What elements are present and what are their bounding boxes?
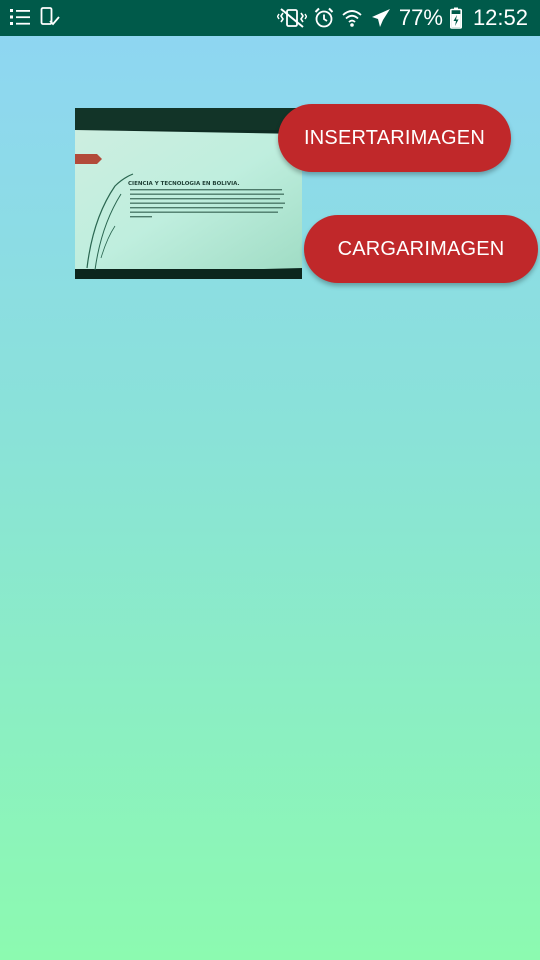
loaded-image-preview: CIENCIA Y TECNOLOGIA EN BOLIVIA.: [75, 108, 302, 279]
app-screen: 77% 12:52 CIENCIA Y TECNOLOGIA EN BOLIVI…: [0, 0, 540, 960]
status-bar-right: 77% 12:52: [276, 0, 528, 36]
insert-image-button[interactable]: INSERTARIMAGEN: [278, 104, 511, 172]
load-image-button[interactable]: CARGARIMAGEN: [304, 215, 538, 283]
battery-charging-icon: [449, 7, 462, 29]
notification-list-icon: [10, 7, 30, 27]
status-bar: 77% 12:52: [0, 0, 540, 36]
status-bar-left: [10, 7, 60, 27]
device-check-icon: [40, 7, 60, 27]
battery-percent: 77%: [398, 5, 443, 30]
vibrate-mute-icon: [276, 7, 307, 29]
clock-time: 12:52: [472, 5, 528, 30]
airplane-mode-icon: [370, 7, 392, 29]
slide-title: CIENCIA Y TECNOLOGIA EN BOLIVIA.: [128, 181, 240, 187]
wifi-icon: [341, 7, 363, 29]
alarm-icon: [314, 7, 334, 29]
